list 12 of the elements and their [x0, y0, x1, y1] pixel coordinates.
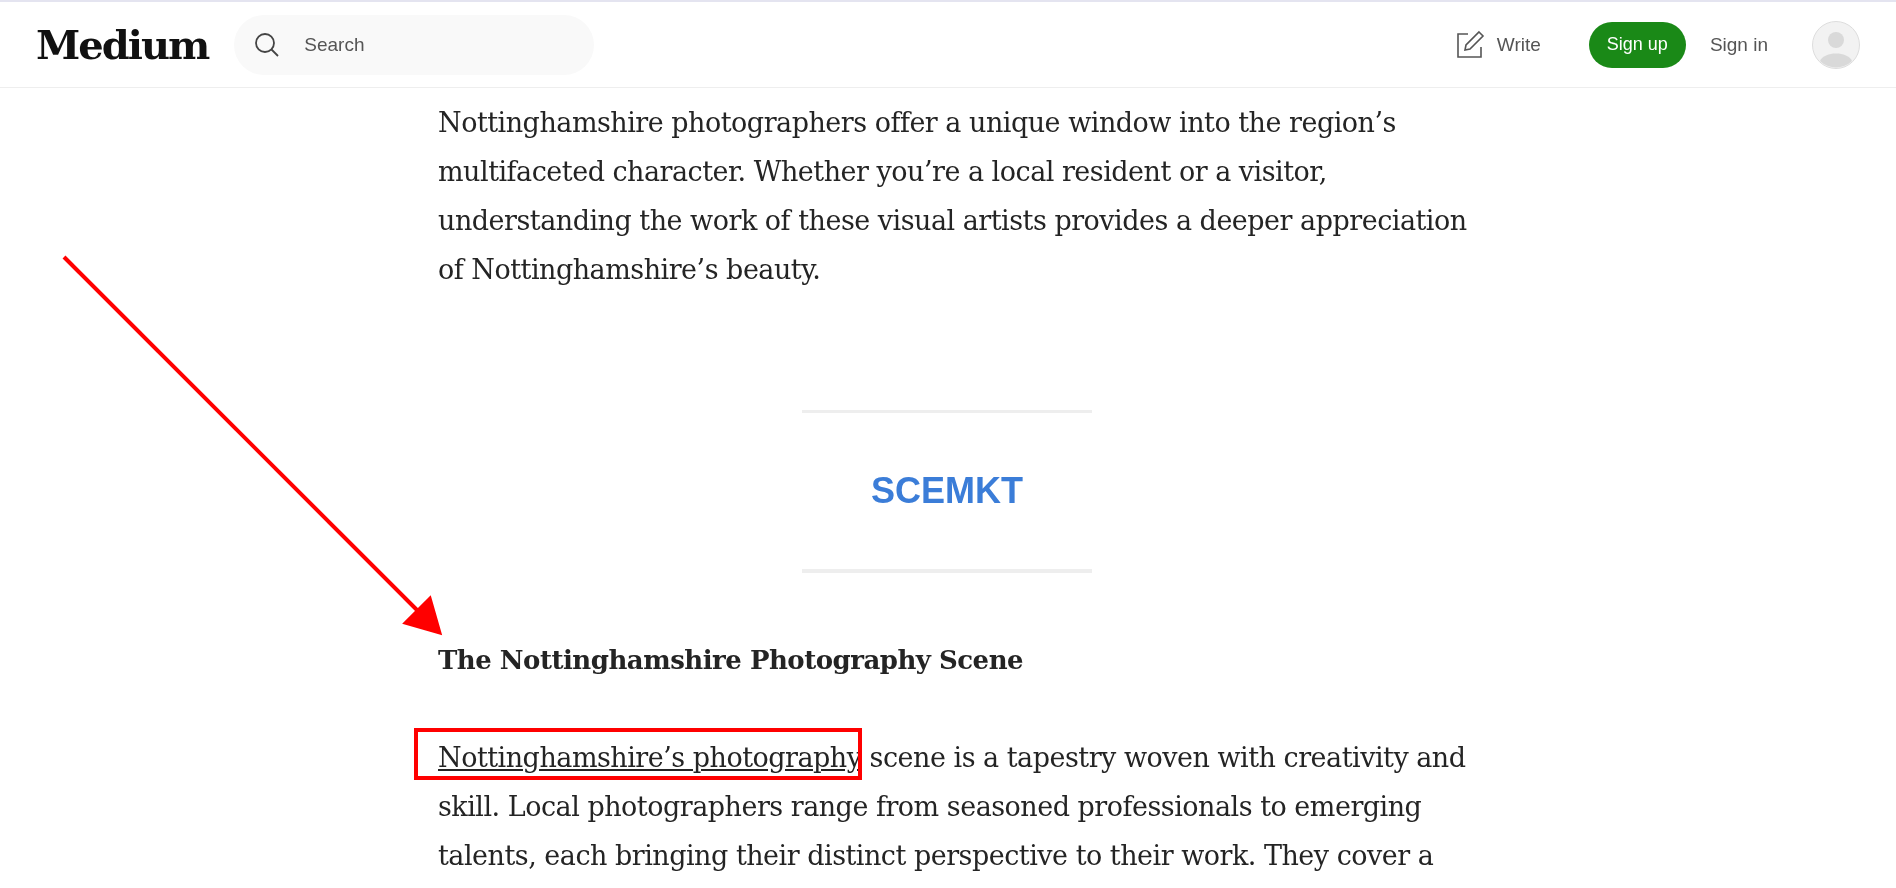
logo[interactable]: Medium	[36, 21, 209, 68]
pencil-square-icon	[1454, 29, 1485, 60]
article-paragraph: Nottinghamshire’s photography scene is a tapestry woven with creativity and skill. Local photographers range from seasoned professionals to emerging talents, each bringing their distinct perspective to their work. They cover a	[438, 741, 1467, 873]
write-link[interactable]: Write	[1454, 29, 1541, 60]
search-field[interactable]: Search	[234, 14, 595, 75]
article-link[interactable]: Nottinghamshire’s photography	[438, 742, 862, 773]
sign-in-link[interactable]: Sign in	[1709, 33, 1768, 56]
sign-up-button[interactable]: Sign up	[1588, 21, 1686, 68]
section-heading: The Nottinghamshire Photography Scene	[438, 645, 1025, 675]
avatar-icon[interactable]	[1812, 20, 1860, 69]
article-paragraph: Nottinghamshire photographers offer a unique window into the region’s multifaceted character. Whether you’re a local resident or a visitor, understanding the work of these visual artists provides a deeper appreciation of Nottinghamshire’s beauty.	[438, 106, 1468, 287]
image-logo-text: SCEMKT	[871, 470, 1023, 512]
